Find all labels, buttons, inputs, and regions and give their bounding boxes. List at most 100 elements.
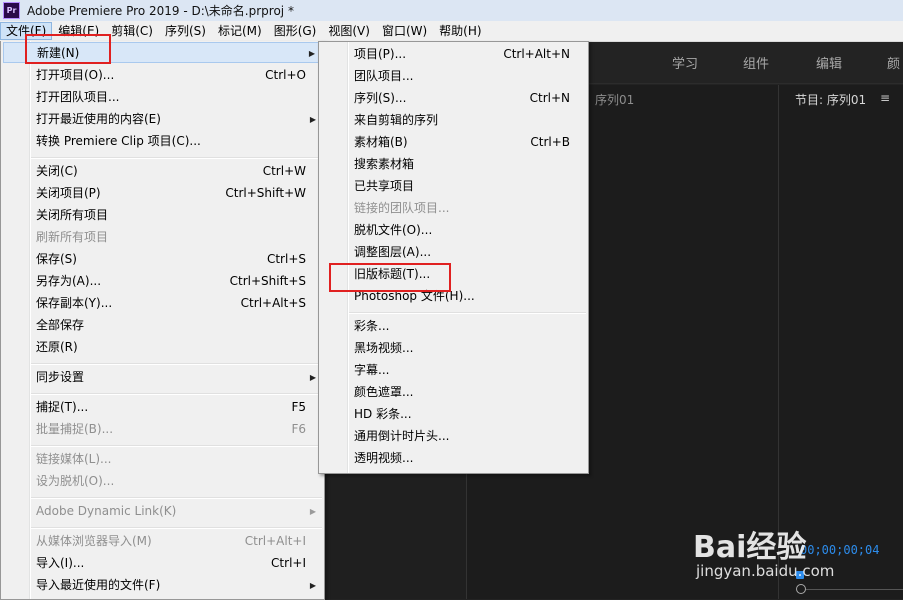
new-submenu: 项目(P)... Ctrl+Alt+N 团队项目... 序列(S)... Ctr… [318,41,589,474]
workspace-tab-assembly[interactable]: 组件 [743,53,769,72]
menu-label: 关闭(C) [36,164,78,178]
menu-help[interactable]: 帮助(H) [433,22,487,40]
menu-label: 调整图层(A)... [354,245,432,259]
menu-label: HD 彩条... [354,407,412,421]
annotation-box-new [25,34,111,64]
file-menu-sync-settings[interactable]: 同步设置 ▶ [3,367,322,388]
menu-separator [31,157,322,159]
submenu-arrow-icon: ▶ [309,507,316,516]
file-menu-import-recent[interactable]: 导入最近使用的文件(F) ▶ [3,575,322,596]
new-team-project[interactable]: 团队项目... [321,66,586,87]
file-menu-save-as[interactable]: 另存为(A)... Ctrl+Shift+S [3,271,322,292]
panel-divider [588,83,903,84]
menu-shortcut: Ctrl+W [262,164,306,178]
menu-shortcut: Ctrl+Shift+S [229,274,306,288]
submenu-arrow-icon: ▶ [309,373,316,382]
workspace-tab-learn[interactable]: 学习 [672,53,698,72]
menu-label: 脱机文件(O)... [354,223,433,237]
playhead-icon[interactable] [796,571,804,579]
menu-label: 捕捉(T)... [36,400,89,414]
file-menu-save-all[interactable]: 全部保存 [3,315,322,336]
file-menu-open-team-project[interactable]: 打开团队项目... [3,87,322,108]
menu-label: 刷新所有项目 [36,230,109,244]
menu-label: 批量捕捉(B)... [36,422,114,436]
menu-graphics[interactable]: 图形(G) [268,22,323,40]
scrub-handle-icon[interactable] [796,584,806,594]
file-menu-open-project[interactable]: 打开项目(O)... Ctrl+O [3,65,322,86]
menu-label: 黑场视频... [354,341,414,355]
menu-label: 链接的团队项目... [354,201,450,215]
program-monitor-panel [779,85,903,599]
file-menu-batch-capture: 批量捕捉(B)... F6 [3,419,322,440]
menu-label: 序列(S)... [354,91,407,105]
menu-view[interactable]: 视图(V) [322,22,376,40]
menu-separator [31,393,322,395]
menu-label: 彩条... [354,319,390,333]
new-adjustment-layer[interactable]: 调整图层(A)... [321,242,586,263]
file-menu-dynamic-link: Adobe Dynamic Link(K) ▶ [3,501,322,522]
menu-label: 来自剪辑的序列 [354,113,439,127]
menu-label: 项目(P)... [354,47,407,61]
file-menu-save[interactable]: 保存(S) Ctrl+S [3,249,322,270]
new-offline-file[interactable]: 脱机文件(O)... [321,220,586,241]
menu-shortcut: Ctrl+B [530,135,570,149]
new-black-video[interactable]: 黑场视频... [321,338,586,359]
annotation-box-legacy-title [329,263,451,292]
file-menu-close[interactable]: 关闭(C) Ctrl+W [3,161,322,182]
menu-label: 链接媒体(L)... [36,452,112,466]
menu-shortcut: Ctrl+O [265,68,306,82]
menu-clip[interactable]: 剪辑(C) [105,22,159,40]
new-sequence-from-clip[interactable]: 来自剪辑的序列 [321,110,586,131]
menu-markers[interactable]: 标记(M) [212,22,268,40]
new-color-matte[interactable]: 颜色遮罩... [321,382,586,403]
file-menu-capture[interactable]: 捕捉(T)... F5 [3,397,322,418]
menu-label: 导入最近使用的文件(F) [36,578,161,592]
menu-window[interactable]: 窗口(W) [376,22,433,40]
new-project[interactable]: 项目(P)... Ctrl+Alt+N [321,44,586,65]
menu-shortcut: Ctrl+Alt+S [240,296,306,310]
new-bars-and-tone[interactable]: 彩条... [321,316,586,337]
file-menu-import-media-browser: 从媒体浏览器导入(M) Ctrl+Alt+I [3,531,322,552]
workspace-tab-color[interactable]: 颜 [887,53,900,72]
menu-label: 已共享项目 [354,179,415,193]
menu-label: 团队项目... [354,69,414,83]
file-menu-save-copy[interactable]: 保存副本(Y)... Ctrl+Alt+S [3,293,322,314]
panel-menu-icon[interactable]: ≡ [880,91,890,105]
menu-label: 颜色遮罩... [354,385,414,399]
file-menu-close-all[interactable]: 关闭所有项目 [3,205,322,226]
new-hd-bars[interactable]: HD 彩条... [321,404,586,425]
workspace-tab-editing[interactable]: 编辑 [816,53,842,72]
new-universal-countdown[interactable]: 通用倒计时片头... [321,426,586,447]
title-bar: Pr Adobe Premiere Pro 2019 - D:\未命名.prpr… [0,0,903,21]
menu-shortcut: Ctrl+Alt+I [244,534,306,548]
new-sequence[interactable]: 序列(S)... Ctrl+N [321,88,586,109]
menu-label: 同步设置 [36,370,85,384]
new-transparent-video[interactable]: 透明视频... [321,448,586,469]
program-timecode[interactable]: 00;00;00;04 [800,543,879,557]
menu-label: 还原(R) [36,340,78,354]
source-panel-title[interactable]: 序列01 [595,91,634,108]
menu-separator [31,497,322,499]
menu-sequence[interactable]: 序列(S) [159,22,212,40]
file-menu-import[interactable]: 导入(I)... Ctrl+I [3,553,322,574]
menu-label: 设为脱机(O)... [36,474,115,488]
file-menu-close-project[interactable]: 关闭项目(P) Ctrl+Shift+W [3,183,322,204]
new-captions[interactable]: 字幕... [321,360,586,381]
menu-shortcut: Ctrl+N [529,91,570,105]
menu-label: 保存(S) [36,252,77,266]
menu-label: 素材箱(B) [354,135,408,149]
menu-separator [31,363,322,365]
new-shared-project[interactable]: 已共享项目 [321,176,586,197]
menu-label: 转换 Premiere Clip 项目(C)... [36,134,201,148]
program-panel-title[interactable]: 节目: 序列01 [795,91,866,108]
file-menu-convert-clip[interactable]: 转换 Premiere Clip 项目(C)... [3,131,322,152]
menu-shortcut: F6 [291,422,306,436]
new-search-bin[interactable]: 搜索素材箱 [321,154,586,175]
workspace-bar: 学习 组件 编辑 颜 [588,42,903,80]
file-menu-open-recent[interactable]: 打开最近使用的内容(E) ▶ [3,109,322,130]
file-menu-revert[interactable]: 还原(R) [3,337,322,358]
time-ruler[interactable] [806,589,903,590]
menu-label: 搜索素材箱 [354,157,415,171]
menu-label: 保存副本(Y)... [36,296,113,310]
new-bin[interactable]: 素材箱(B) Ctrl+B [321,132,586,153]
